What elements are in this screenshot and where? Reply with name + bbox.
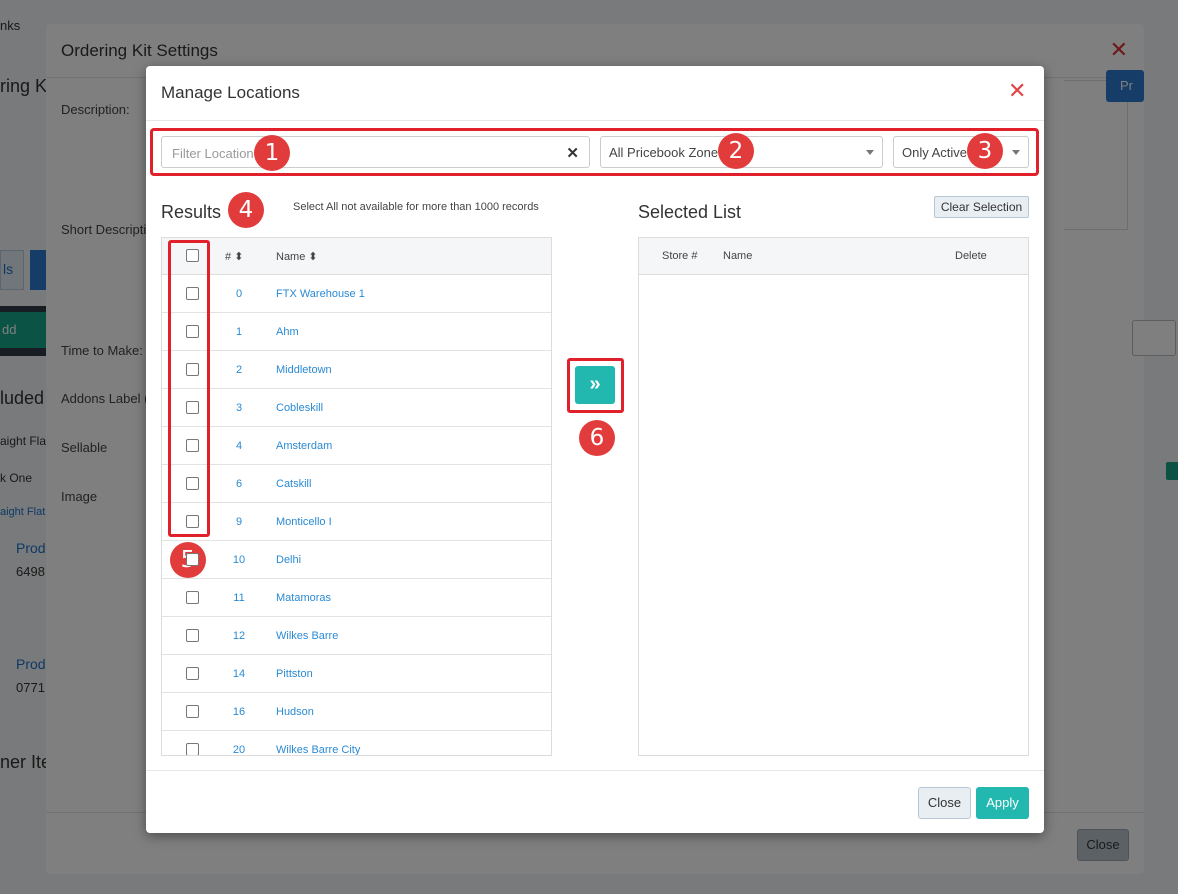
table-row[interactable]: 2 Middletown <box>162 351 551 389</box>
row-name-link[interactable]: Ahm <box>276 326 299 338</box>
row-name-link[interactable]: Amsterdam <box>276 440 332 452</box>
row-checkbox[interactable] <box>186 705 199 721</box>
row-name-link[interactable]: FTX Warehouse 1 <box>276 288 365 300</box>
column-name[interactable]: Name ⬍ <box>276 250 318 263</box>
row-name-link[interactable]: Catskill <box>276 478 311 490</box>
clear-selection-button[interactable]: Clear Selection <box>934 196 1029 218</box>
results-table-body: 0 FTX Warehouse 1 1 Ahm 2 Middletown 3 Cobleski… <box>162 275 551 755</box>
table-row[interactable]: 4 Amsterdam <box>162 427 551 465</box>
row-name-link[interactable]: Matamoras <box>276 592 331 604</box>
row-name-link[interactable]: Cobleskill <box>276 402 323 414</box>
annotation-badge-6: 6 <box>579 420 615 456</box>
chevron-down-icon <box>1012 150 1020 155</box>
row-number[interactable]: 9 <box>220 516 258 528</box>
table-row[interactable]: 6 Catskill <box>162 465 551 503</box>
modal-title: Manage Locations <box>161 83 300 102</box>
row-number[interactable]: 14 <box>220 668 258 680</box>
table-row[interactable]: 1 Ahm <box>162 313 551 351</box>
modal-footer <box>146 770 1044 833</box>
table-row[interactable]: 11 Matamoras <box>162 579 551 617</box>
apply-button[interactable]: Apply <box>976 787 1029 819</box>
chevron-down-icon <box>866 150 874 155</box>
annotation-badge-2: 2 <box>718 133 754 169</box>
manage-locations-modal: Manage Locations ✕ ✕ All Pricebook Zone … <box>146 66 1044 833</box>
row-checkbox[interactable] <box>186 629 199 645</box>
row-checkbox[interactable] <box>186 553 199 569</box>
results-title: Results <box>161 202 222 222</box>
selected-table: Store # Name Delete <box>638 237 1029 756</box>
row-name-link[interactable]: Pittston <box>276 668 313 680</box>
row-name-link[interactable]: Hudson <box>276 706 314 718</box>
table-row[interactable]: 12 Wilkes Barre <box>162 617 551 655</box>
results-note: Select All not available for more than 1… <box>293 201 539 213</box>
row-number[interactable]: 12 <box>220 630 258 642</box>
table-row[interactable]: 14 Pittston <box>162 655 551 693</box>
row-number[interactable]: 10 <box>220 554 258 566</box>
table-row[interactable]: 3 Cobleskill <box>162 389 551 427</box>
row-checkbox[interactable] <box>186 591 199 607</box>
move-to-selected-button[interactable]: » <box>575 366 615 404</box>
row-name-link[interactable]: Wilkes Barre City <box>276 744 360 755</box>
status-value: Only Active <box>902 145 968 160</box>
table-row[interactable]: 16 Hudson <box>162 693 551 731</box>
pricebook-zone-value: All Pricebook Zone <box>609 145 719 160</box>
sort-icon: ⬍ <box>234 251 244 263</box>
column-delete: Delete <box>955 250 987 262</box>
row-name-link[interactable]: Wilkes Barre <box>276 630 338 642</box>
selected-table-header: Store # Name Delete <box>639 238 1028 275</box>
row-number[interactable]: 4 <box>220 440 258 452</box>
table-row[interactable]: 10 Delhi <box>162 541 551 579</box>
clear-filter-icon[interactable]: ✕ <box>566 144 579 162</box>
row-number[interactable]: 3 <box>220 402 258 414</box>
row-number[interactable]: 2 <box>220 364 258 376</box>
row-name-link[interactable]: Monticello I <box>276 516 332 528</box>
row-checkbox[interactable] <box>186 743 199 755</box>
annotation-badge-3: 3 <box>967 133 1003 169</box>
column-store-number: Store # <box>662 250 698 262</box>
row-number[interactable]: 6 <box>220 478 258 490</box>
row-name-link[interactable]: Middletown <box>276 364 332 376</box>
row-name-link[interactable]: Delhi <box>276 554 301 566</box>
annotation-badge-4: 4 <box>228 192 264 228</box>
row-checkbox[interactable] <box>186 667 199 683</box>
row-number[interactable]: 0 <box>220 288 258 300</box>
results-table: # ⬍ Name ⬍ 0 FTX Warehouse 1 1 Ahm 2 Middleto… <box>161 237 552 756</box>
selected-list-title: Selected List <box>638 202 742 222</box>
row-number[interactable]: 11 <box>220 592 258 604</box>
row-number[interactable]: 1 <box>220 326 258 338</box>
column-number[interactable]: # ⬍ <box>225 250 243 263</box>
row-number[interactable]: 16 <box>220 706 258 718</box>
status-select[interactable]: Only Active <box>893 136 1029 168</box>
filter-location-field[interactable]: ✕ <box>161 136 590 168</box>
table-row[interactable]: 0 FTX Warehouse 1 <box>162 275 551 313</box>
filter-location-input[interactable] <box>170 143 550 163</box>
close-button[interactable]: Close <box>918 787 971 819</box>
modal-header: Manage Locations ✕ <box>146 66 1044 121</box>
results-table-header: # ⬍ Name ⬍ <box>162 238 551 275</box>
checkbox-column-highlight <box>168 240 210 537</box>
row-number[interactable]: 20 <box>220 744 258 755</box>
table-row[interactable]: 9 Monticello I <box>162 503 551 541</box>
table-row[interactable]: 20 Wilkes Barre City <box>162 731 551 755</box>
column-name: Name <box>723 250 753 262</box>
annotation-badge-1: 1 <box>254 135 290 171</box>
close-icon[interactable]: ✕ <box>1008 80 1026 102</box>
sort-icon: ⬍ <box>308 251 318 263</box>
